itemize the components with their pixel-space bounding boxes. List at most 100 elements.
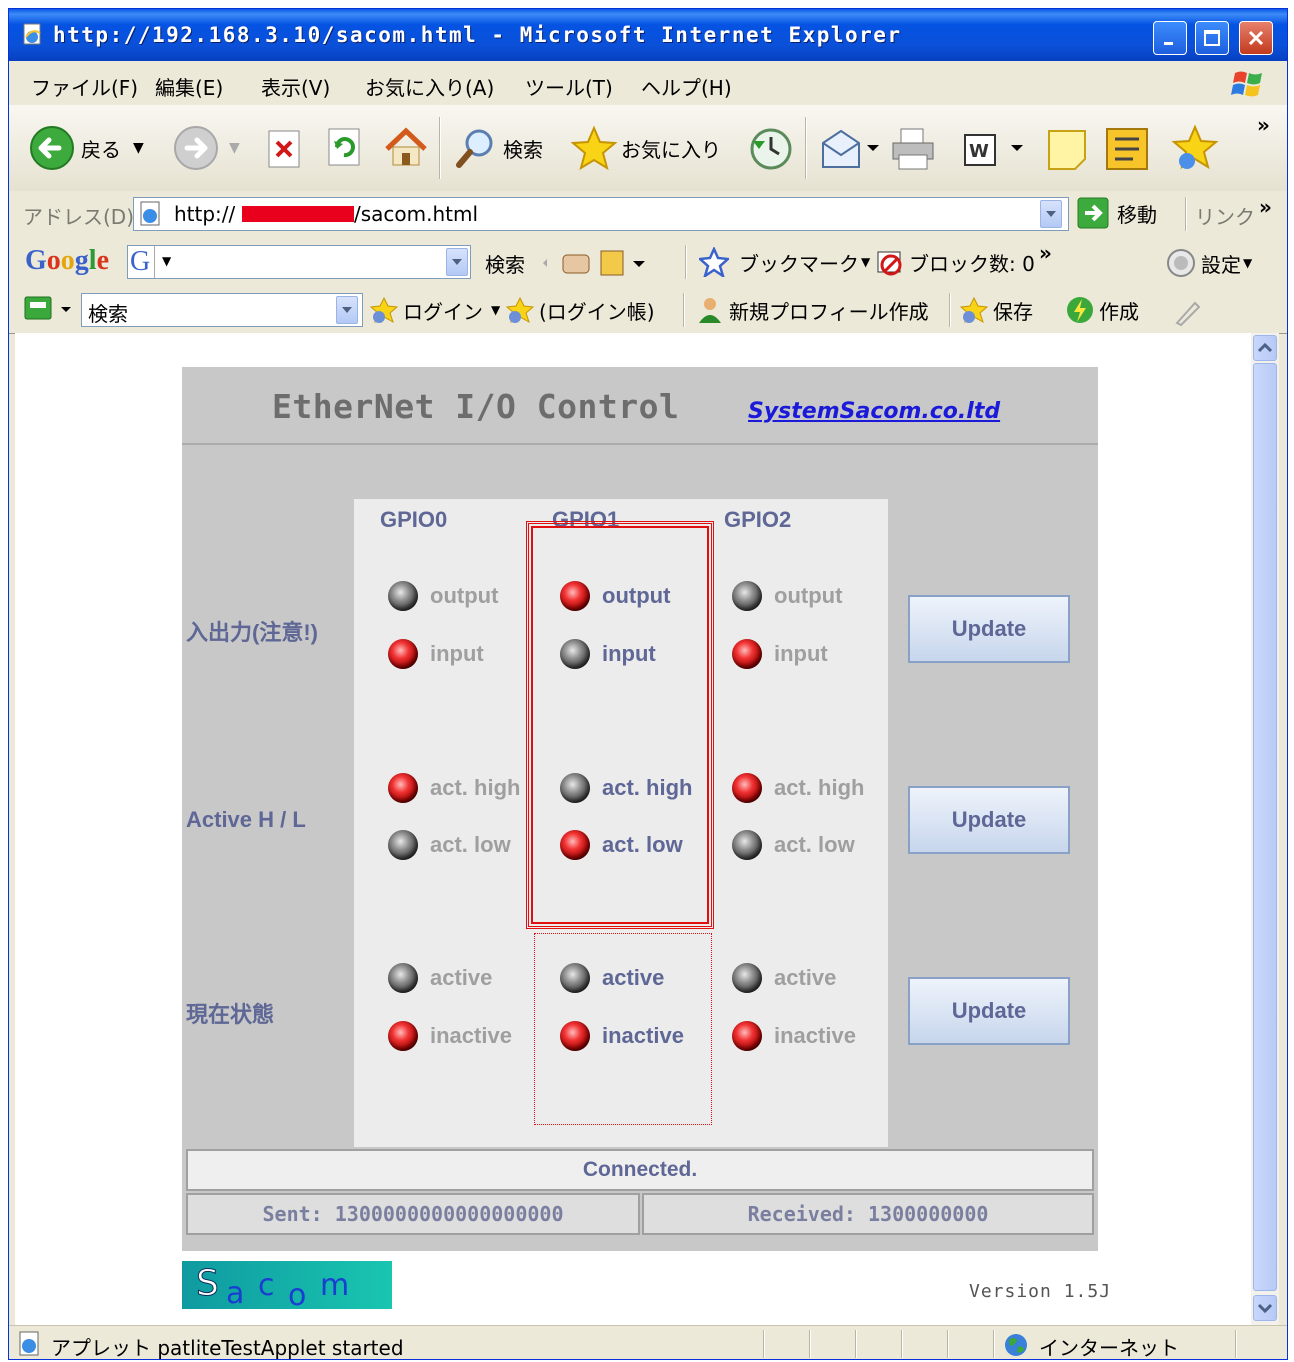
status-divider <box>809 1330 810 1358</box>
popup-blocker[interactable]: ブロック数: 0 <box>875 247 1035 277</box>
menu-favorites[interactable]: お気に入り(A) <box>365 72 494 101</box>
stop-icon[interactable] <box>265 129 305 169</box>
google-settings-button[interactable]: 設定 ▼ <box>1165 247 1252 279</box>
page-icon <box>140 201 160 226</box>
save-button[interactable]: 保存 <box>959 295 1033 325</box>
back-button[interactable]: 戻る ▼ <box>29 125 144 171</box>
address-url-prefix: http:// <box>174 202 236 226</box>
save-label: 保存 <box>993 299 1033 324</box>
go-arrow-icon <box>1077 197 1109 229</box>
menu-file[interactable]: ファイル(F) <box>31 72 138 101</box>
gpio0-active-radio[interactable]: active <box>388 963 492 993</box>
toolbar-menu-icon[interactable] <box>23 295 73 325</box>
menu-tools[interactable]: ツール(T) <box>525 72 613 101</box>
word-edit-icon[interactable]: W <box>963 131 1023 169</box>
toolbar-separator <box>685 245 686 279</box>
radio-off-icon <box>732 581 762 611</box>
tools-star-icon[interactable] <box>1169 123 1221 175</box>
google-overflow-chevron[interactable]: » <box>1039 241 1052 265</box>
login-label: ログイン <box>403 299 483 324</box>
radio-label: input <box>430 641 484 666</box>
back-dropdown-icon[interactable]: ▼ <box>133 140 144 156</box>
print-icon[interactable] <box>889 125 937 173</box>
messenger-icon[interactable] <box>1103 125 1151 173</box>
gpio2-input-radio[interactable]: input <box>732 639 828 669</box>
update-current-state-button[interactable]: Update <box>908 977 1070 1045</box>
forward-button[interactable]: ▼ <box>173 125 240 171</box>
popup-blocked-icon <box>877 251 902 276</box>
refresh-icon[interactable] <box>325 127 365 169</box>
sent-status: Sent: 1300000000000000000 <box>186 1193 640 1235</box>
menu-bar: ファイル(F) 編集(E) 表示(V) お気に入り(A) ツール(T) ヘルプ(… <box>9 61 1287 106</box>
mail-icon[interactable] <box>819 127 879 171</box>
radio-off-icon <box>732 830 762 860</box>
address-dropdown-button[interactable] <box>1040 200 1062 228</box>
search-button[interactable]: 検索 <box>453 125 543 171</box>
update-io-direction-button[interactable]: Update <box>908 595 1070 663</box>
gpio0-input-radio[interactable]: input <box>388 639 484 669</box>
address-url-suffix: /sacom.html <box>354 202 479 226</box>
scroll-down-button[interactable] <box>1253 1295 1277 1321</box>
google-search-button[interactable]: 検索 <box>485 249 525 278</box>
minimize-button[interactable] <box>1153 21 1187 55</box>
bookmarks-label: ブックマーク <box>739 251 859 276</box>
new-profile-button[interactable]: 新規プロフィール作成 <box>695 295 929 325</box>
security-zone-label: インターネット <box>1039 1336 1179 1360</box>
radio-label: output <box>774 583 843 608</box>
toolbar-search-dropdown[interactable] <box>336 296 358 324</box>
bookmarks-dropdown-icon: ▼ <box>861 255 871 269</box>
radio-off-icon <box>732 963 762 993</box>
links-label[interactable]: リンク <box>1195 201 1255 230</box>
gpio2-active-radio[interactable]: active <box>732 963 836 993</box>
create-button[interactable]: 作成 <box>1065 295 1139 325</box>
toolbar-search-input[interactable]: 検索 <box>81 293 363 327</box>
radio-label: act. low <box>774 832 855 857</box>
close-button[interactable] <box>1239 21 1273 55</box>
vertical-scrollbar[interactable] <box>1251 333 1279 1325</box>
company-link[interactable]: SystemSacom.co.ltd <box>748 399 1000 424</box>
gpio0-act-high-radio[interactable]: act. high <box>388 773 520 803</box>
row-label-io-direction: 入出力(注意!) <box>186 620 318 645</box>
google-tools-icon[interactable] <box>541 249 651 279</box>
gpio2-inactive-radio[interactable]: inactive <box>732 1021 856 1051</box>
scroll-thumb[interactable] <box>1253 363 1277 1291</box>
settings-dropdown-icon: ▼ <box>1243 256 1253 270</box>
menu-help[interactable]: ヘルプ(H) <box>641 72 732 101</box>
favorites-button[interactable]: お気に入り <box>571 125 721 171</box>
address-bar: アドレス(D) http:// /sacom.html 移動 リンク » <box>9 191 1287 238</box>
links-chevron[interactable]: » <box>1259 195 1272 219</box>
radio-on-icon <box>732 639 762 669</box>
maximize-button[interactable] <box>1195 21 1229 55</box>
settings-label: 設定 <box>1201 252 1241 277</box>
bookmarks-button[interactable]: ブックマーク ▼ <box>699 247 870 277</box>
menu-edit[interactable]: 編集(E) <box>155 72 223 101</box>
history-icon[interactable] <box>749 127 793 171</box>
menu-view[interactable]: 表示(V) <box>261 72 330 101</box>
radio-on-icon <box>732 1021 762 1051</box>
status-divider <box>763 1330 764 1358</box>
gpio2-act-low-radio[interactable]: act. low <box>732 830 855 860</box>
google-search-input[interactable]: G ▼ <box>127 245 471 279</box>
forward-arrow-icon <box>174 126 218 170</box>
google-search-dropdown[interactable] <box>446 248 468 276</box>
gpio0-output-radio[interactable]: output <box>388 581 498 611</box>
scroll-up-button[interactable] <box>1253 335 1277 361</box>
toolbar-overflow-chevron[interactable]: » <box>1257 113 1270 137</box>
google-g-dropdown-icon[interactable]: ▼ <box>162 254 171 268</box>
login-book-button[interactable]: (ログイン帳) <box>505 295 655 325</box>
gpio2-act-high-radio[interactable]: act. high <box>732 773 864 803</box>
note-icon[interactable] <box>1045 127 1091 173</box>
google-g-icon[interactable]: G <box>130 246 156 278</box>
pen-icon[interactable] <box>1173 297 1203 327</box>
login-button[interactable]: ログイン ▼ <box>369 295 500 325</box>
update-active-hl-button[interactable]: Update <box>908 786 1070 854</box>
gpio2-output-radio[interactable]: output <box>732 581 842 611</box>
radio-off-icon <box>388 830 418 860</box>
gpio0-act-low-radio[interactable]: act. low <box>388 830 511 860</box>
gpio0-dotted-box <box>534 933 712 1125</box>
home-icon[interactable] <box>383 125 429 171</box>
settings-radio-icon <box>1167 249 1195 277</box>
go-button[interactable]: 移動 <box>1077 197 1157 229</box>
address-input[interactable]: http:// /sacom.html <box>133 197 1069 231</box>
gpio0-inactive-radio[interactable]: inactive <box>388 1021 512 1051</box>
